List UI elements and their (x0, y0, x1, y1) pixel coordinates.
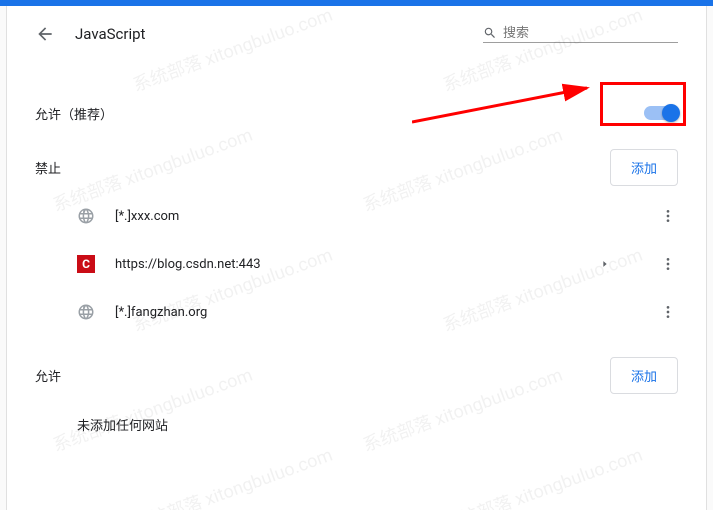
page-title: JavaScript (75, 25, 145, 43)
csdn-icon: C (77, 255, 95, 273)
search-input[interactable] (503, 25, 679, 40)
block-add-button[interactable]: 添加 (610, 149, 678, 186)
block-site-row[interactable]: [*.]fangzhan.org (7, 288, 706, 336)
block-section-header: 禁止 添加 (7, 142, 706, 192)
site-url: [*.]fangzhan.org (115, 305, 207, 320)
site-url: [*.]xxx.com (115, 209, 179, 224)
allow-section-title: 允许 (35, 366, 61, 385)
allow-recommended-label: 允许（推荐） (35, 104, 113, 123)
site-url: https://blog.csdn.net:443 (115, 257, 261, 272)
allow-section-header: 允许 添加 (7, 350, 706, 400)
toggle-knob (662, 104, 680, 122)
globe-icon (77, 207, 95, 225)
header: JavaScript (7, 6, 706, 44)
chevron-right-icon (600, 259, 610, 269)
more-menu-icon[interactable] (658, 304, 678, 320)
allow-empty-text: 未添加任何网站 (7, 400, 706, 448)
settings-panel: 系统部落 xitongbuluo.com 系统部落 xitongbuluo.co… (6, 6, 707, 510)
search-field[interactable] (483, 25, 678, 43)
allow-toggle[interactable] (644, 106, 678, 120)
block-site-row[interactable]: [*.]xxx.com (7, 192, 706, 240)
more-menu-icon[interactable] (658, 256, 678, 272)
block-section-title: 禁止 (35, 158, 61, 177)
back-arrow-icon[interactable] (35, 24, 55, 44)
search-icon (483, 26, 497, 40)
allow-recommended-row: 允许（推荐） (7, 84, 706, 142)
globe-icon (77, 303, 95, 321)
allow-add-button[interactable]: 添加 (610, 357, 678, 394)
more-menu-icon[interactable] (658, 208, 678, 224)
block-site-row[interactable]: C https://blog.csdn.net:443 (7, 240, 706, 288)
